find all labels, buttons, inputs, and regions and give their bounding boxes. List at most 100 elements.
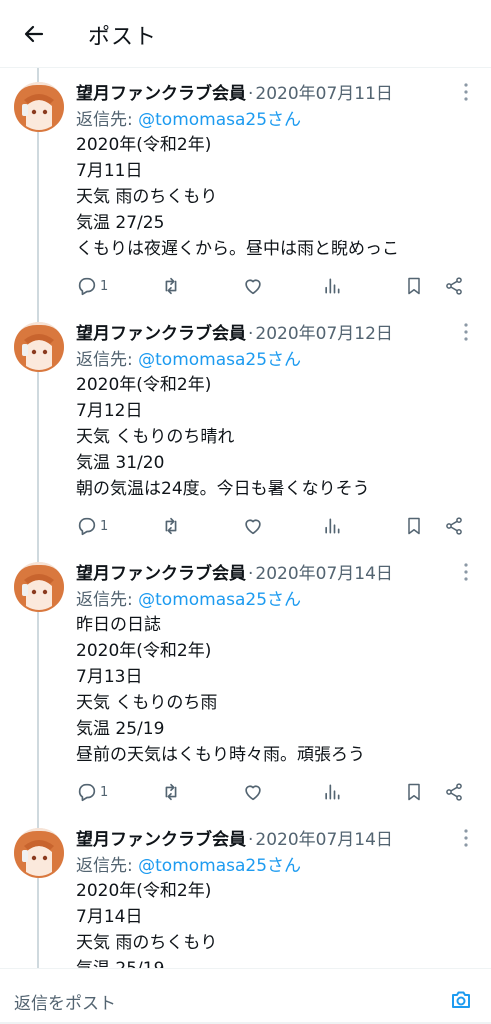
reply-prefix: 返信先: [76,590,139,610]
bar-chart-icon [325,278,340,294]
tweet-card[interactable]: 望月ファンクラブ会員 · 2020年07月12日 返信先: @tomomasa25さ… [0,308,491,548]
share-icon [446,517,462,535]
share-icon [446,277,462,295]
separator: · [248,324,254,344]
tweet-text: 2020年(令和2年) 7月12日 天気 くもりのち晴れ 気温 31/20 朝の… [76,375,370,499]
reply-count: 1 [100,518,109,534]
reply-prefix: 返信先: [76,110,139,130]
thread-timeline[interactable]: 望月ファンクラブ会員 · 2020年07月11日 返信先: @tomomasa25さ… [0,68,491,968]
share-button[interactable] [444,514,464,538]
reply-to-line: 返信先: @tomomasa25さん [76,105,301,130]
author-name[interactable]: 望月ファンクラブ会員 [76,830,246,850]
comment-icon [78,517,96,536]
more-vertical-icon [464,323,468,341]
tweet-actions: 1 [76,274,476,298]
separator: · [248,830,254,850]
repost-icon [165,277,177,295]
heart-icon [245,519,261,535]
reply-input[interactable]: 返信をポスト [14,989,116,1014]
avatar[interactable] [14,322,64,372]
tweet-actions: 1 [76,514,476,538]
reply-button[interactable]: 1 [76,274,108,298]
avatar-image [14,322,64,372]
like-button[interactable] [242,514,264,538]
reply-handle-link[interactable]: @tomomasa25さん [138,110,301,130]
share-button[interactable] [444,780,464,804]
views-button[interactable] [322,514,342,538]
back-button[interactable] [20,20,48,48]
bar-chart-icon [325,784,340,800]
reply-prefix: 返信先: [76,350,139,370]
more-options-button[interactable] [458,80,474,104]
reply-handle-link[interactable]: @tomomasa25さん [138,856,301,876]
tweet-text: 2020年(令和2年) 7月14日 天気 雨のちくもり 気温 25/19 [76,881,218,968]
tweet-card[interactable]: 望月ファンクラブ会員 · 2020年07月14日 返信先: @tomomasa25さ… [0,814,491,968]
views-button[interactable] [322,780,342,804]
reply-to-line: 返信先: @tomomasa25さん [76,851,301,876]
reply-handle-link[interactable]: @tomomasa25さん [138,590,301,610]
like-button[interactable] [242,780,264,804]
repost-icon [165,517,177,535]
tweet-date[interactable]: 2020年07月11日 [255,84,393,104]
avatar[interactable] [14,562,64,612]
heart-icon [245,785,261,801]
reply-handle-link[interactable]: @tomomasa25さん [138,350,301,370]
bookmark-button[interactable] [404,274,424,298]
more-vertical-icon [464,83,468,101]
reply-count: 1 [100,278,109,294]
avatar-image [14,562,64,612]
camera-button[interactable] [449,988,473,1012]
comment-icon [78,277,96,296]
tweet-header: 望月ファンクラブ会員 · 2020年07月12日 [76,319,393,344]
avatar-image [14,82,64,132]
page-title: ポスト [88,25,158,50]
more-options-button[interactable] [458,560,474,584]
repost-button[interactable] [160,780,182,804]
tweet-header: 望月ファンクラブ会員 · 2020年07月14日 [76,559,393,584]
comment-icon [78,783,96,802]
reply-composer[interactable]: 返信をポスト [0,968,491,1024]
avatar[interactable] [14,828,64,878]
views-button[interactable] [322,274,342,298]
tweet-date[interactable]: 2020年07月12日 [255,324,393,344]
tweet-card[interactable]: 望月ファンクラブ会員 · 2020年07月11日 返信先: @tomomasa25さ… [0,68,491,308]
share-button[interactable] [444,274,464,298]
bookmark-button[interactable] [404,780,424,804]
tweet-header: 望月ファンクラブ会員 · 2020年07月11日 [76,79,393,104]
bookmark-icon [408,783,420,801]
tweet-card[interactable]: 望月ファンクラブ会員 · 2020年07月14日 返信先: @tomomasa25さ… [0,548,491,814]
heart-icon [245,279,261,295]
author-name[interactable]: 望月ファンクラブ会員 [76,84,246,104]
tweet-date[interactable]: 2020年07月14日 [255,830,393,850]
avatar-image [14,828,64,878]
more-options-button[interactable] [458,826,474,850]
share-icon [446,783,462,801]
bar-chart-icon [325,518,340,534]
arrow-left-icon [24,25,44,43]
like-button[interactable] [242,274,264,298]
reply-button[interactable]: 1 [76,780,108,804]
tweet-date[interactable]: 2020年07月14日 [255,564,393,584]
author-name[interactable]: 望月ファンクラブ会員 [76,324,246,344]
reply-to-line: 返信先: @tomomasa25さん [76,585,301,610]
author-name[interactable]: 望月ファンクラブ会員 [76,564,246,584]
bookmark-button[interactable] [404,514,424,538]
bookmark-icon [408,277,420,295]
tweet-header: 望月ファンクラブ会員 · 2020年07月14日 [76,825,393,850]
tweet-actions: 1 [76,780,476,804]
more-vertical-icon [464,563,468,581]
repost-button[interactable] [160,274,182,298]
separator: · [248,564,254,584]
separator: · [248,84,254,104]
reply-count: 1 [100,784,109,800]
repost-button[interactable] [160,514,182,538]
repost-icon [165,783,177,801]
reply-button[interactable]: 1 [76,514,108,538]
more-vertical-icon [464,829,468,847]
avatar[interactable] [14,82,64,132]
top-bar: ポスト [0,0,491,68]
reply-prefix: 返信先: [76,856,139,876]
tweet-text: 昨日の日誌 2020年(令和2年) 7月13日 天気 くもりのち雨 気温 25/… [76,615,365,765]
bookmark-icon [408,517,420,535]
more-options-button[interactable] [458,320,474,344]
